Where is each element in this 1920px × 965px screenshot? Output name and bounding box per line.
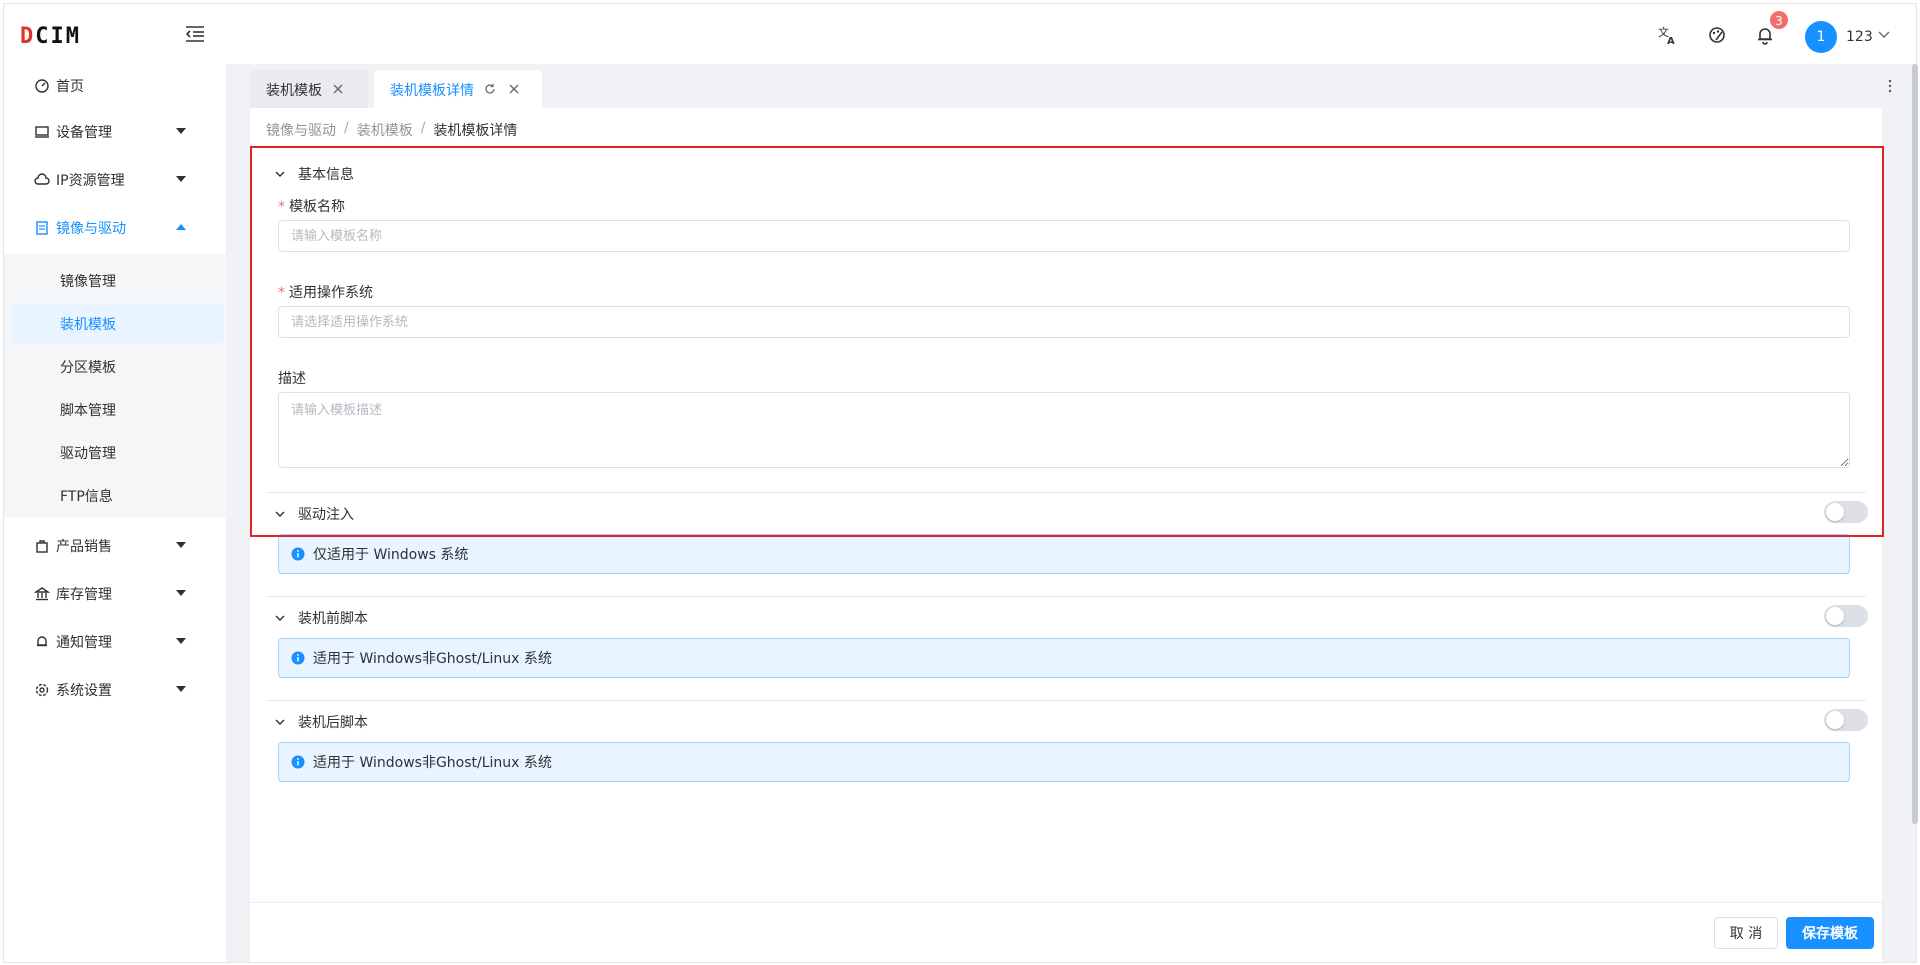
submenu-item-partition-template[interactable]: 分区模板: [12, 346, 224, 386]
submenu-item-script-management[interactable]: 脚本管理: [12, 389, 224, 429]
breadcrumb-current: 装机模板详情: [433, 123, 518, 139]
post-install-script-toggle[interactable]: [1824, 709, 1868, 731]
caret-up-icon: [176, 224, 186, 230]
info-alert: 适用于 Windows非Ghost/Linux 系统: [278, 742, 1850, 782]
sidebar-item-label: 首页: [56, 79, 84, 95]
menu-collapse-icon[interactable]: [184, 24, 206, 44]
breadcrumb: 镜像与驱动 / 装机模板 / 装机模板详情: [266, 120, 518, 140]
caret-down-icon: [176, 590, 186, 596]
breadcrumb-item[interactable]: 镜像与驱动: [266, 120, 336, 140]
save-template-button[interactable]: 保存模板: [1786, 917, 1874, 949]
sidebar: 首页 设备管理 IP资源管理 镜像与驱动 镜像管理 装机模板 分区模板 脚本管理…: [4, 64, 226, 962]
submenu-item-image-management[interactable]: 镜像管理: [12, 260, 224, 300]
sidebar-item-ip[interactable]: IP资源管理: [4, 158, 226, 202]
username[interactable]: 123: [1846, 29, 1873, 45]
caret-down-icon: [176, 128, 186, 134]
section-title: 装机后脚本: [298, 715, 368, 731]
sidebar-item-label: 通知管理: [56, 635, 112, 651]
divider: [266, 596, 1866, 597]
toggle-knob: [1826, 711, 1844, 729]
caret-down-icon: [176, 176, 186, 182]
sidebar-item-sales[interactable]: 产品销售: [4, 524, 226, 568]
notification-badge: 3: [1769, 10, 1789, 30]
scrollbar[interactable]: [1912, 64, 1918, 824]
chevron-down-icon[interactable]: [1877, 28, 1891, 42]
caret-down-icon: [176, 542, 186, 548]
sidebar-item-inventory[interactable]: 库存管理: [4, 572, 226, 616]
bag-icon: [36, 540, 48, 553]
caret-down-icon: [176, 686, 186, 692]
bell-icon: [37, 636, 47, 647]
info-alert: 适用于 Windows非Ghost/Linux 系统: [278, 638, 1850, 678]
info-icon: [291, 755, 305, 769]
info-icon: [291, 651, 305, 665]
top-header: DCIM 文 A 3 1 123: [4, 4, 1916, 64]
submenu-item-driver-management[interactable]: 驱动管理: [12, 432, 224, 472]
section-title: 装机前脚本: [298, 611, 368, 627]
avatar[interactable]: 1: [1805, 21, 1837, 53]
sidebar-item-label: IP资源管理: [56, 173, 125, 189]
translate-icon[interactable]: 文 A: [1656, 24, 1678, 46]
tab-install-template-detail[interactable]: 装机模板详情: [374, 70, 542, 108]
sidebar-item-devices[interactable]: 设备管理: [4, 110, 226, 154]
chevron-down-icon: [275, 719, 285, 725]
section-header-post-install-script[interactable]: 装机后脚本: [274, 712, 368, 732]
section-header-pre-install-script[interactable]: 装机前脚本: [274, 608, 368, 628]
divider: [266, 700, 1866, 701]
theme-palette-icon[interactable]: [1706, 24, 1728, 46]
cloud-icon: [34, 173, 50, 185]
info-alert: 仅适用于 Windows 系统: [278, 534, 1850, 574]
submenu-item-install-template[interactable]: 装机模板: [12, 303, 224, 343]
form-footer: 取 消 保存模板: [250, 902, 1882, 962]
close-icon[interactable]: [332, 83, 344, 95]
more-vertical-icon[interactable]: [1882, 78, 1898, 94]
chevron-down-icon: [275, 615, 285, 621]
highlight-box: [250, 146, 1884, 537]
svg-text:A: A: [1667, 36, 1675, 46]
sidebar-item-settings[interactable]: 系统设置: [4, 668, 226, 712]
cancel-button[interactable]: 取 消: [1714, 917, 1778, 949]
refresh-icon[interactable]: [484, 83, 496, 95]
info-icon: [291, 547, 305, 561]
monitor-icon: [35, 126, 49, 138]
breadcrumb-item[interactable]: 装机模板: [357, 120, 413, 140]
dashboard-icon: [35, 79, 49, 93]
submenu-item-ftp-info[interactable]: FTP信息: [12, 475, 224, 515]
toggle-knob: [1826, 607, 1844, 625]
sidebar-item-label: 设备管理: [56, 125, 112, 141]
caret-down-icon: [176, 638, 186, 644]
tab-install-template[interactable]: 装机模板: [250, 70, 368, 108]
sidebar-item-notifications[interactable]: 通知管理: [4, 620, 226, 664]
close-icon[interactable]: [508, 83, 520, 95]
sidebar-item-home[interactable]: 首页: [4, 64, 226, 108]
gear-icon: [35, 683, 49, 697]
bank-icon: [34, 587, 50, 601]
tab-bar: 装机模板 装机模板详情: [226, 64, 1916, 108]
document-icon: [36, 221, 48, 235]
sidebar-item-label: 系统设置: [56, 683, 112, 699]
pre-install-script-toggle[interactable]: [1824, 605, 1868, 627]
sidebar-item-images-drivers[interactable]: 镜像与驱动: [4, 206, 226, 250]
sidebar-item-label: 镜像与驱动: [56, 221, 126, 237]
sidebar-item-label: 库存管理: [56, 587, 112, 603]
submenu-images-drivers: 镜像管理 装机模板 分区模板 脚本管理 驱动管理 FTP信息: [4, 254, 226, 518]
logo: DCIM: [20, 24, 81, 49]
sidebar-item-label: 产品销售: [56, 539, 112, 555]
